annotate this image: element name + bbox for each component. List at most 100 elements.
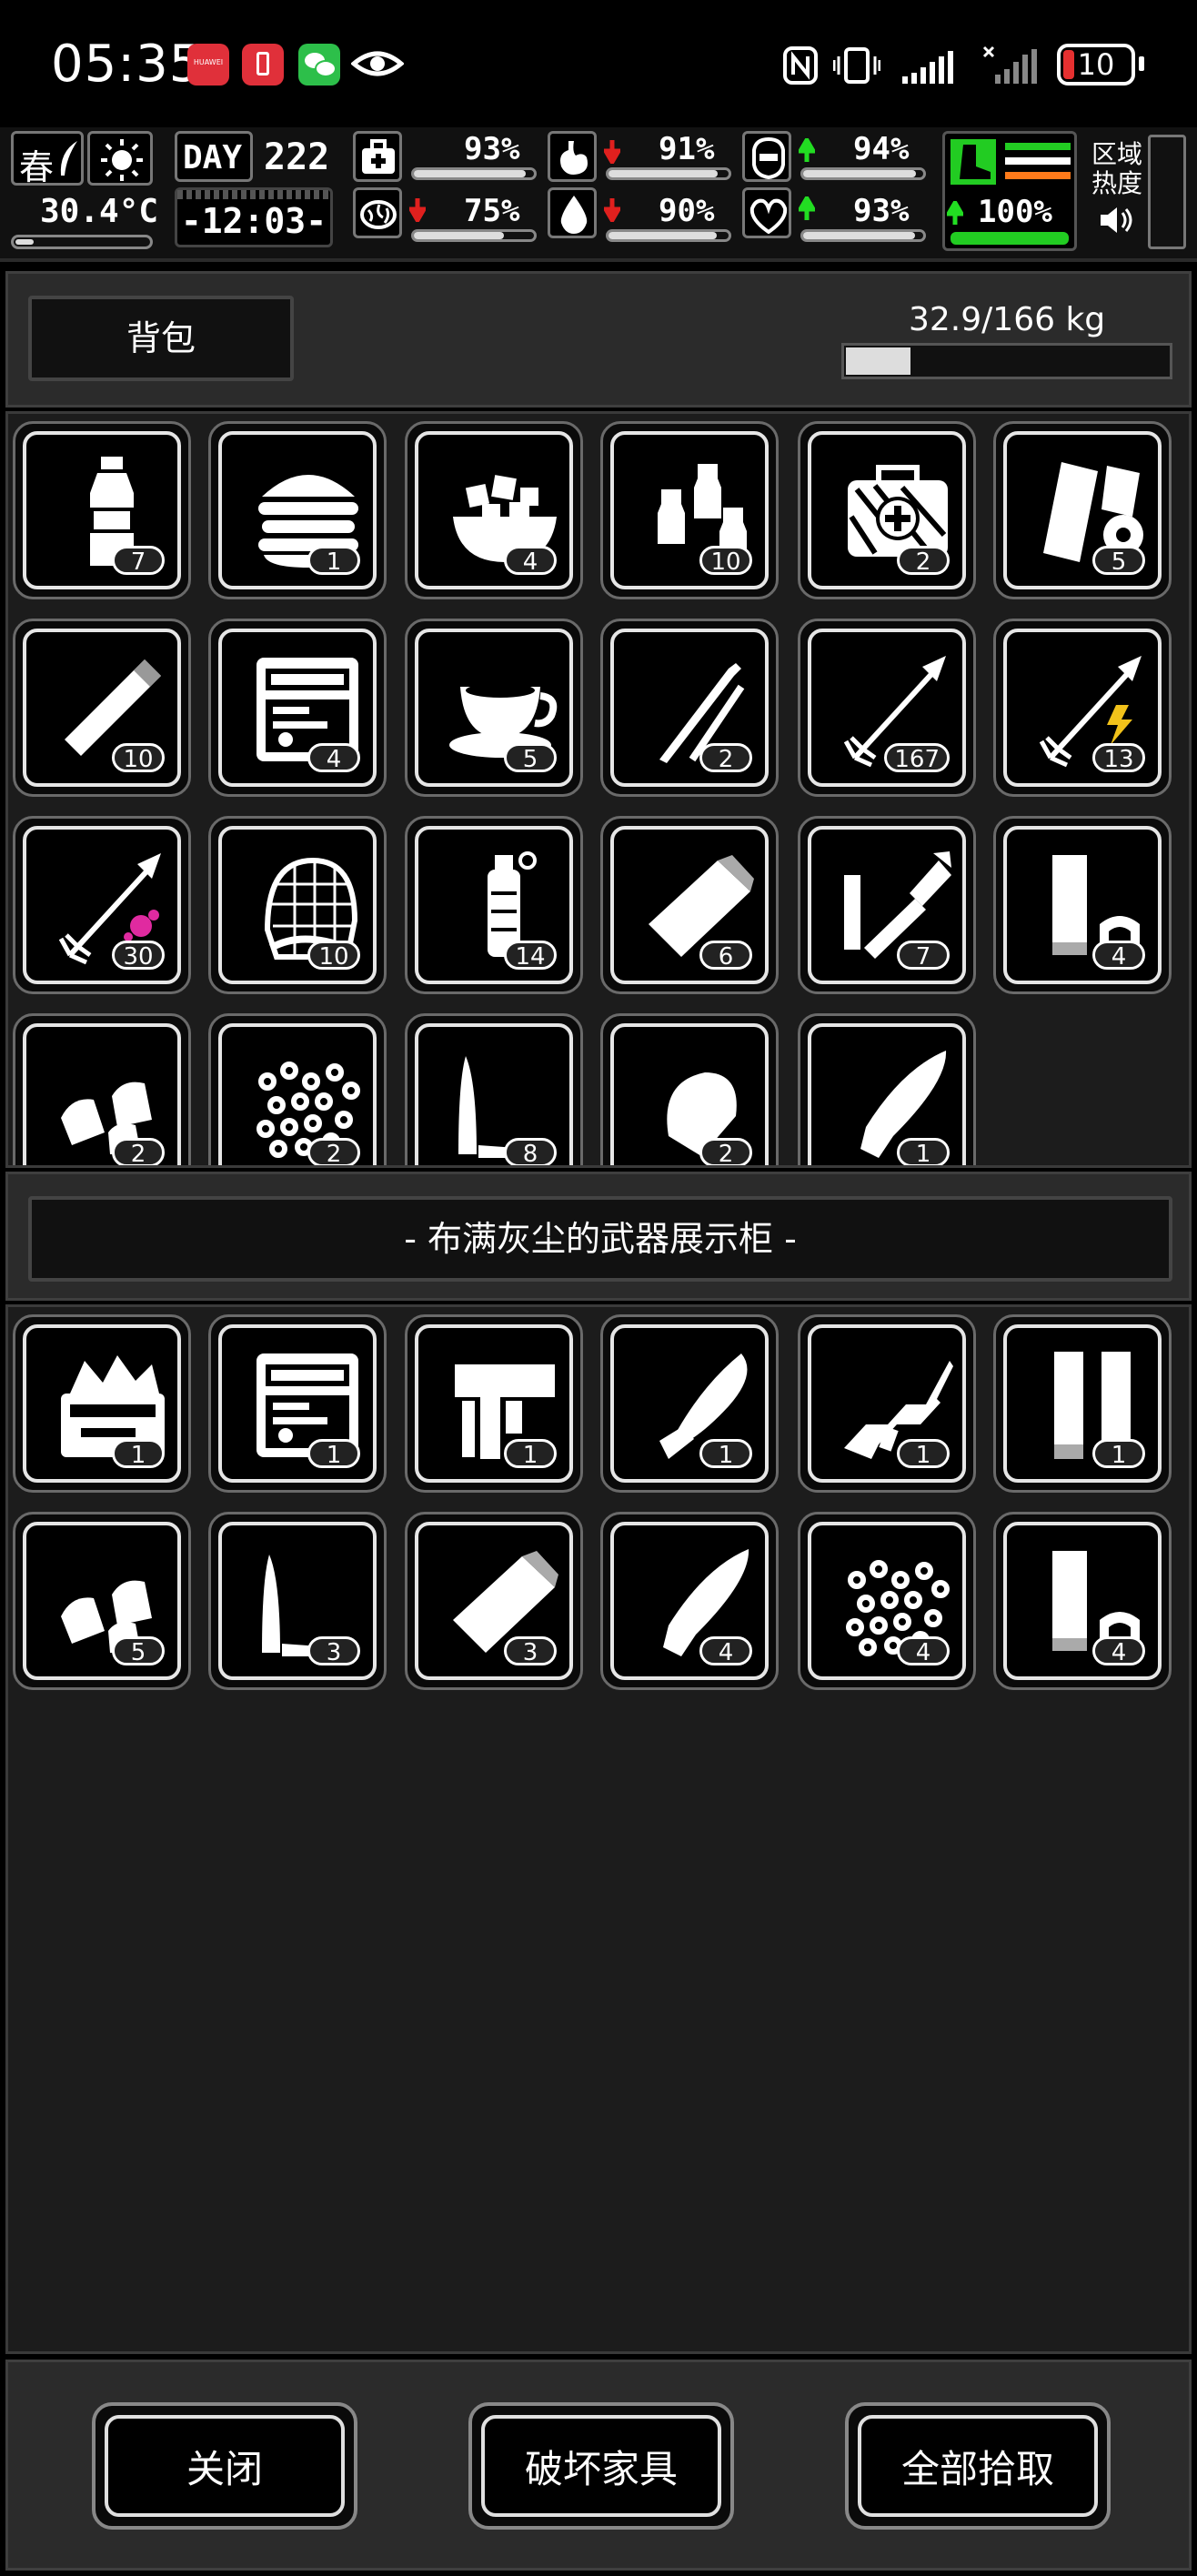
backpack-item-slot[interactable]: 4 bbox=[405, 421, 583, 599]
item-count-badge: 1 bbox=[897, 1138, 950, 1165]
brain-icon bbox=[360, 200, 397, 229]
backpack-item-slot[interactable]: 4 bbox=[208, 619, 387, 797]
container-item-slot[interactable]: 3 bbox=[405, 1512, 583, 1690]
sun-icon bbox=[101, 139, 143, 181]
backpack-item-slot[interactable]: 4 bbox=[993, 816, 1172, 994]
wechat-icon bbox=[298, 44, 340, 86]
item-count-badge: 4 bbox=[699, 1636, 752, 1666]
zone-heat-meter bbox=[1148, 135, 1186, 249]
backpack-item-slot[interactable]: 7 bbox=[798, 816, 976, 994]
backpack-item-slot[interactable]: 2 bbox=[208, 1013, 387, 1165]
item-count-badge: 5 bbox=[112, 1636, 165, 1666]
item-count-badge: 2 bbox=[112, 1138, 165, 1165]
stamina-bar bbox=[951, 232, 1069, 245]
stat-thirst-box bbox=[548, 187, 597, 238]
container-item-slot[interactable]: 1 bbox=[993, 1314, 1172, 1493]
trend-up-arrow bbox=[799, 138, 815, 162]
container-item-slot[interactable]: 4 bbox=[993, 1512, 1172, 1690]
backpack-item-slot-frame: 1 bbox=[218, 431, 377, 589]
trend-down-arrow bbox=[604, 198, 620, 222]
backpack-item-slot[interactable]: 6 bbox=[600, 816, 779, 994]
battery-icon: 10 bbox=[1057, 44, 1135, 86]
container-item-slot-frame: 1 bbox=[808, 1324, 966, 1483]
close-button[interactable]: 关闭 bbox=[92, 2402, 357, 2530]
item-count-badge: 10 bbox=[307, 941, 360, 971]
backpack-item-slot[interactable]: 30 bbox=[13, 816, 191, 994]
survival-hud: 春 30.4°C DAY 222 -12:03- 93% 75% 91% 90% bbox=[0, 127, 1197, 262]
stat-mood-value: 93% bbox=[853, 193, 910, 229]
container-panel[interactable]: 1 1 1 1 1 1 5 3 3 4 4 4 bbox=[5, 1304, 1192, 2354]
backpack-item-slot[interactable]: 1 bbox=[208, 421, 387, 599]
container-item-slot[interactable]: 4 bbox=[600, 1512, 779, 1690]
stat-sanity-value: 75% bbox=[464, 193, 520, 229]
backpack-item-slot-frame: 2 bbox=[610, 629, 769, 787]
backpack-weight: 32.9/166 kg bbox=[909, 301, 1106, 338]
heart-icon bbox=[749, 198, 788, 234]
backpack-item-slot-frame: 7 bbox=[808, 826, 966, 984]
backpack-item-slot[interactable]: 2 bbox=[798, 421, 976, 599]
item-count-badge: 13 bbox=[1092, 743, 1145, 773]
backpack-item-slot[interactable]: 10 bbox=[13, 619, 191, 797]
backpack-item-slot-frame: 1 bbox=[808, 1023, 966, 1165]
container-item-slot[interactable]: 4 bbox=[798, 1512, 976, 1690]
trend-up-arrow bbox=[947, 201, 963, 225]
water-drop-icon bbox=[560, 196, 588, 234]
backpack-item-slot[interactable]: 8 bbox=[405, 1013, 583, 1165]
zone-heat-label[interactable]: 区域 热度 bbox=[1091, 140, 1142, 198]
battery-level: 10 bbox=[1077, 47, 1115, 82]
item-count-badge: 30 bbox=[112, 941, 165, 971]
container-item-slot-frame: 1 bbox=[1003, 1324, 1162, 1483]
take-all-button[interactable]: 全部拾取 bbox=[845, 2402, 1111, 2530]
item-count-badge: 2 bbox=[699, 1138, 752, 1165]
feather-icon bbox=[60, 141, 77, 176]
item-count-badge: 5 bbox=[504, 743, 557, 773]
container-item-slot-frame: 3 bbox=[415, 1522, 573, 1680]
container-item-slot-frame: 4 bbox=[1003, 1522, 1162, 1680]
signal-icon bbox=[902, 51, 953, 84]
backpack-item-slot[interactable]: 2 bbox=[600, 619, 779, 797]
container-item-slot[interactable]: 3 bbox=[208, 1512, 387, 1690]
speaker-icon[interactable] bbox=[1099, 204, 1135, 236]
item-count-badge: 4 bbox=[897, 1636, 950, 1666]
shield-icon bbox=[752, 137, 785, 179]
container-item-slot-frame: 4 bbox=[808, 1522, 966, 1680]
close-button-label: 关闭 bbox=[105, 2415, 345, 2517]
stat-armor-box bbox=[742, 131, 791, 182]
destroy-furniture-button[interactable]: 破坏家具 bbox=[468, 2402, 734, 2530]
container-item-slot-frame: 1 bbox=[415, 1324, 573, 1483]
container-item-slot[interactable]: 1 bbox=[13, 1314, 191, 1493]
huawei-app-icon: HUAWEI bbox=[187, 44, 229, 86]
weather-box[interactable] bbox=[87, 131, 153, 186]
item-count-badge: 10 bbox=[112, 743, 165, 773]
backpack-item-slot-frame: 2 bbox=[610, 1023, 769, 1165]
backpack-item-slot[interactable]: 5 bbox=[405, 619, 583, 797]
container-item-slot[interactable]: 1 bbox=[405, 1314, 583, 1493]
day-label-box: DAY bbox=[175, 131, 253, 182]
backpack-item-slot[interactable]: 7 bbox=[13, 421, 191, 599]
container-item-slot[interactable]: 1 bbox=[798, 1314, 976, 1493]
container-item-slot[interactable]: 1 bbox=[208, 1314, 387, 1493]
item-count-badge: 10 bbox=[699, 546, 752, 576]
backpack-item-slot[interactable]: 167 bbox=[798, 619, 976, 797]
container-item-slot-frame: 1 bbox=[218, 1324, 377, 1483]
backpack-item-slot[interactable]: 10 bbox=[600, 421, 779, 599]
backpack-item-slot[interactable]: 1 bbox=[798, 1013, 976, 1165]
backpack-item-slot[interactable]: 5 bbox=[993, 421, 1172, 599]
container-item-slot[interactable]: 5 bbox=[13, 1512, 191, 1690]
season-box: 春 bbox=[11, 131, 84, 187]
backpack-item-slot[interactable]: 13 bbox=[993, 619, 1172, 797]
backpack-panel[interactable]: 7 1 4 10 2 5 10 4 5 2 167 13 30 10 14 6 7 4 2 2 8 2 1 bbox=[5, 411, 1192, 1168]
item-count-badge: 6 bbox=[699, 941, 752, 971]
stat-mood-bar bbox=[800, 229, 926, 242]
backpack-item-slot[interactable]: 2 bbox=[13, 1013, 191, 1165]
container-item-slot[interactable]: 1 bbox=[600, 1314, 779, 1493]
weight-bar bbox=[841, 343, 1172, 379]
container-item-slot-frame: 1 bbox=[23, 1324, 181, 1483]
backpack-item-slot-frame: 8 bbox=[415, 1023, 573, 1165]
item-count-badge: 2 bbox=[307, 1138, 360, 1165]
backpack-item-slot[interactable]: 14 bbox=[405, 816, 583, 994]
backpack-item-slot[interactable]: 2 bbox=[600, 1013, 779, 1165]
item-count-badge: 1 bbox=[112, 1439, 165, 1469]
backpack-item-slot[interactable]: 10 bbox=[208, 816, 387, 994]
item-count-badge: 1 bbox=[504, 1439, 557, 1469]
